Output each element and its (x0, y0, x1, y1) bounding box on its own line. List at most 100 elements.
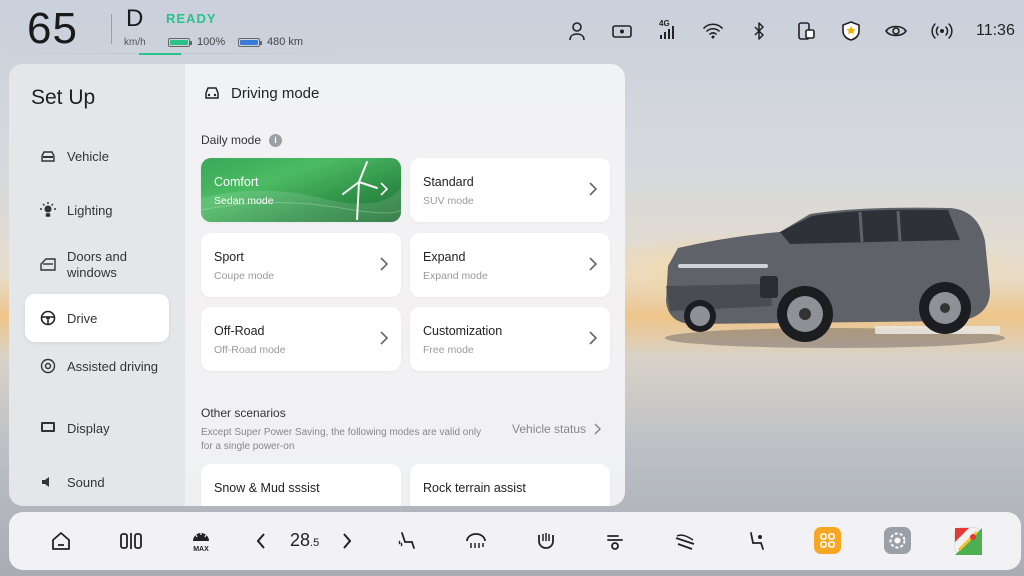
home-icon[interactable] (49, 529, 73, 553)
signal-4g-icon: 4G (657, 19, 679, 42)
page-title: Driving mode (231, 84, 320, 102)
mode-card-off-road[interactable]: Off-Road Off-Road mode (201, 307, 401, 371)
scenario-card-rock-terrain[interactable]: Rock terrain assist (410, 464, 610, 506)
shield-icon[interactable] (840, 20, 862, 42)
steering-wheel-icon (39, 309, 57, 327)
mode-title: Customization (423, 324, 503, 338)
sidebar-item-label: Assisted driving (67, 358, 159, 374)
sidebar-item-vehicle[interactable]: Vehicle (25, 132, 169, 180)
sidebar-title: Set Up (31, 86, 96, 109)
temp-decimal: .5 (310, 537, 320, 549)
mode-subtitle: Expand mode (423, 270, 488, 282)
gear-indicator: D (126, 5, 144, 32)
chevron-right-icon (589, 331, 598, 345)
split-screen-icon[interactable] (119, 529, 143, 553)
chevron-right-icon (589, 257, 598, 271)
settings-icon[interactable] (884, 527, 911, 554)
assisted-driving-icon (39, 357, 57, 375)
sidebar-item-label: Vehicle (67, 148, 109, 164)
seat-adjust-icon[interactable] (744, 529, 768, 553)
wind-turbine-graphic (201, 161, 401, 222)
mode-card-standard[interactable]: Standard SUV mode (410, 158, 610, 222)
vehicle-status-link[interactable]: Vehicle status (512, 422, 602, 436)
speaker-icon (39, 473, 57, 491)
airflow-icon[interactable] (604, 529, 628, 553)
display-icon (39, 419, 57, 437)
temp-down-icon[interactable] (249, 529, 273, 553)
mode-card-customization[interactable]: Customization Free mode (410, 307, 610, 371)
battery-percent: 100% (197, 36, 226, 48)
steering-heat-icon[interactable] (464, 529, 488, 553)
seat-heat-icon[interactable] (395, 529, 419, 553)
speed-readout: 65 (27, 4, 78, 53)
chevron-right-icon (589, 182, 598, 196)
mode-subtitle: SUV mode (423, 195, 474, 207)
daily-mode-text: Daily mode (201, 133, 262, 147)
scenario-card-snow-mud[interactable]: Snow & Mud sssist (201, 464, 401, 506)
info-icon[interactable]: i (269, 134, 283, 148)
sidebar-item-label: Drive (67, 310, 98, 326)
sidebar-item-label: Display (67, 420, 110, 436)
temp-up-icon[interactable] (335, 529, 359, 553)
status-bar: 65 D READY km/h 100% 480 km 4G 11:36 (0, 0, 1024, 60)
wifi-icon[interactable] (702, 20, 724, 42)
status-divider (111, 14, 112, 44)
svg-text:MAX: MAX (193, 546, 209, 553)
vehicle-image (665, 207, 1005, 348)
dashcam-icon[interactable] (611, 20, 633, 42)
mode-title: Sport (214, 250, 244, 264)
scenario-title: Snow & Mud sssist (214, 481, 320, 495)
sidebar-item-label: Doors and windows (67, 249, 127, 280)
mode-subtitle: Coupe mode (214, 270, 275, 282)
seat-massage-icon[interactable] (673, 529, 697, 553)
drive-content: Driving mode Daily mode i Comfort Sedan m… (185, 64, 625, 506)
sidebar-item-lighting[interactable]: Lighting (25, 186, 169, 234)
other-scenarios-description: Except Super Power Saving, the following… (201, 427, 482, 452)
light-icon (39, 201, 57, 219)
apps-icon[interactable] (814, 527, 841, 554)
mode-card-comfort[interactable]: Comfort Sedan mode (201, 158, 401, 222)
sidebar-item-drive[interactable]: Drive (25, 294, 169, 342)
vehicle-status-label: Vehicle status (512, 422, 587, 436)
other-scenarios-label: Other scenarios (201, 406, 286, 420)
mode-title: Comfort (214, 175, 259, 189)
status-accent-line (139, 53, 181, 55)
chevron-right-icon (380, 182, 389, 196)
settings-sidebar: Set Up Vehicle Lighting Doors and window… (9, 64, 185, 506)
mode-card-expand[interactable]: Expand Expand mode (410, 233, 610, 297)
chevron-right-icon (380, 331, 389, 345)
section-header: Driving mode (203, 84, 319, 102)
sidebar-item-assisted-driving[interactable]: Assisted driving (25, 342, 169, 390)
temperature-readout: 28.5 (290, 530, 319, 551)
seat-vent-icon[interactable] (534, 529, 558, 553)
bottom-dock: MAX 28.5 (9, 512, 1021, 570)
user-icon[interactable] (566, 20, 588, 42)
mode-title: Off-Road (214, 324, 265, 338)
speed-unit: km/h (124, 37, 146, 48)
car-icon (39, 147, 57, 165)
max-defrost-icon[interactable]: MAX (189, 529, 213, 553)
chevron-right-icon (594, 423, 602, 435)
chevron-right-icon (380, 257, 389, 271)
clock: 11:36 (976, 22, 1015, 39)
temp-main: 28 (290, 530, 311, 550)
range-readout: 480 km (267, 36, 304, 48)
sidebar-item-label: Lighting (67, 202, 113, 218)
mode-card-sport[interactable]: Sport Coupe mode (201, 233, 401, 297)
phone-mirror-icon[interactable] (795, 20, 817, 42)
sidebar-item-doors-windows[interactable]: Doors and windows (25, 240, 169, 290)
battery-icon (168, 38, 192, 47)
bluetooth-icon[interactable] (748, 20, 770, 42)
door-icon (39, 256, 57, 274)
eye-icon[interactable] (885, 20, 907, 42)
ready-indicator: READY (166, 11, 217, 26)
radio-icon[interactable] (931, 20, 953, 42)
mode-title: Standard (423, 175, 474, 189)
range-icon (238, 38, 262, 47)
settings-panel: Set Up Vehicle Lighting Doors and window… (9, 64, 625, 506)
mode-subtitle: Free mode (423, 344, 474, 356)
scenario-title: Rock terrain assist (423, 481, 526, 495)
maps-icon[interactable] (954, 527, 982, 555)
sidebar-item-sound[interactable]: Sound (25, 458, 169, 506)
sidebar-item-display[interactable]: Display (25, 404, 169, 452)
